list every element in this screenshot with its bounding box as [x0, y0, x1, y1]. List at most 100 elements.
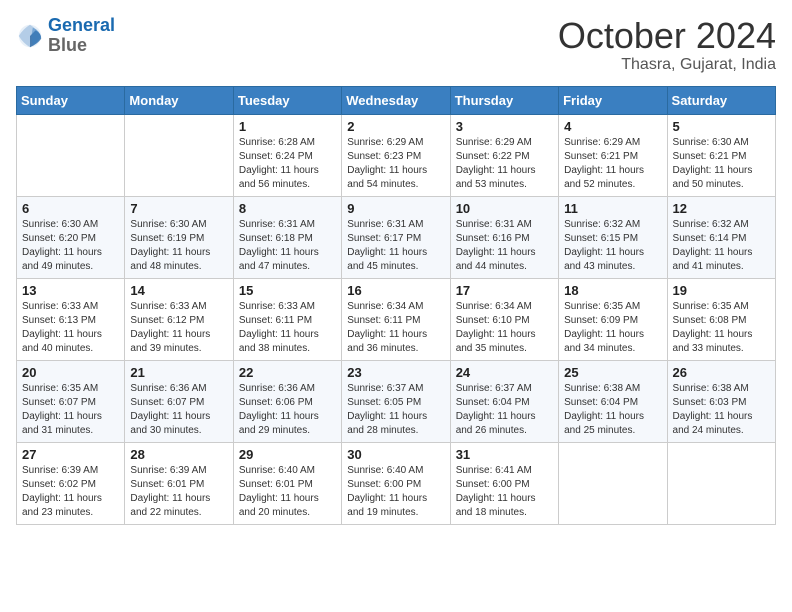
day-info: Sunrise: 6:40 AM Sunset: 6:00 PM Dayligh…	[347, 464, 444, 520]
day-info: Sunrise: 6:37 AM Sunset: 6:05 PM Dayligh…	[347, 382, 444, 438]
day-number: 19	[673, 283, 770, 298]
calendar-cell: 2 Sunrise: 6:29 AM Sunset: 6:23 PM Daylig…	[342, 114, 450, 196]
calendar-cell	[667, 442, 775, 524]
day-info: Sunrise: 6:38 AM Sunset: 6:03 PM Dayligh…	[673, 382, 770, 438]
weekday-header-cell: Sunday	[17, 86, 125, 114]
calendar-week-row: 13Sunrise: 6:33 AM Sunset: 6:13 PM Dayli…	[17, 278, 776, 360]
day-info: Sunrise: 6:34 AM Sunset: 6:10 PM Dayligh…	[456, 300, 553, 356]
weekday-header-cell: Thursday	[450, 86, 558, 114]
day-info: Sunrise: 6:37 AM Sunset: 6:04 PM Dayligh…	[456, 382, 553, 438]
day-info: Sunrise: 6:30 AM Sunset: 6:20 PM Dayligh…	[22, 218, 119, 274]
day-info: Sunrise: 6:33 AM Sunset: 6:13 PM Dayligh…	[22, 300, 119, 356]
calendar-cell	[17, 114, 125, 196]
day-number: 9	[347, 201, 444, 216]
day-info: Sunrise: 6:35 AM Sunset: 6:08 PM Dayligh…	[673, 300, 770, 356]
day-info: Sunrise: 6:31 AM Sunset: 6:18 PM Dayligh…	[239, 218, 336, 274]
day-number: 11	[564, 201, 661, 216]
calendar-week-row: 1 Sunrise: 6:28 AM Sunset: 6:24 PM Daylig…	[17, 114, 776, 196]
day-info: Sunrise: 6:38 AM Sunset: 6:04 PM Dayligh…	[564, 382, 661, 438]
day-number: 16	[347, 283, 444, 298]
day-number: 18	[564, 283, 661, 298]
day-number: 5	[673, 119, 770, 134]
day-number: 12	[673, 201, 770, 216]
weekday-header-cell: Monday	[125, 86, 233, 114]
calendar-cell: 8 Sunrise: 6:31 AM Sunset: 6:18 PM Daylig…	[233, 196, 341, 278]
calendar-cell: 14 Sunrise: 6:33 AM Sunset: 6:12 PM Dayli…	[125, 278, 233, 360]
day-number: 7	[130, 201, 227, 216]
day-number: 25	[564, 365, 661, 380]
calendar-cell: 11Sunrise: 6:32 AM Sunset: 6:15 PM Dayli…	[559, 196, 667, 278]
calendar-cell: 27 Sunrise: 6:39 AM Sunset: 6:02 PM Dayli…	[17, 442, 125, 524]
calendar-cell: 23 Sunrise: 6:37 AM Sunset: 6:05 PM Dayli…	[342, 360, 450, 442]
title-section: October 2024 Thasra, Gujarat, India	[558, 16, 776, 74]
day-number: 4	[564, 119, 661, 134]
day-info: Sunrise: 6:34 AM Sunset: 6:11 PM Dayligh…	[347, 300, 444, 356]
day-info: Sunrise: 6:33 AM Sunset: 6:11 PM Dayligh…	[239, 300, 336, 356]
day-number: 8	[239, 201, 336, 216]
day-number: 23	[347, 365, 444, 380]
calendar-cell: 19 Sunrise: 6:35 AM Sunset: 6:08 PM Dayli…	[667, 278, 775, 360]
day-info: Sunrise: 6:40 AM Sunset: 6:01 PM Dayligh…	[239, 464, 336, 520]
day-info: Sunrise: 6:35 AM Sunset: 6:09 PM Dayligh…	[564, 300, 661, 356]
calendar-body: 1 Sunrise: 6:28 AM Sunset: 6:24 PM Daylig…	[17, 114, 776, 524]
day-info: Sunrise: 6:29 AM Sunset: 6:23 PM Dayligh…	[347, 136, 444, 192]
calendar-table: SundayMondayTuesdayWednesdayThursdayFrid…	[16, 86, 776, 525]
day-info: Sunrise: 6:30 AM Sunset: 6:21 PM Dayligh…	[673, 136, 770, 192]
calendar-cell: 9 Sunrise: 6:31 AM Sunset: 6:17 PM Daylig…	[342, 196, 450, 278]
logo: General Blue	[16, 16, 115, 56]
calendar-cell: 17Sunrise: 6:34 AM Sunset: 6:10 PM Dayli…	[450, 278, 558, 360]
day-number: 14	[130, 283, 227, 298]
logo-text: General Blue	[48, 16, 115, 56]
day-info: Sunrise: 6:30 AM Sunset: 6:19 PM Dayligh…	[130, 218, 227, 274]
calendar-cell	[559, 442, 667, 524]
calendar-cell	[125, 114, 233, 196]
calendar-cell: 30Sunrise: 6:40 AM Sunset: 6:00 PM Dayli…	[342, 442, 450, 524]
calendar-week-row: 27 Sunrise: 6:39 AM Sunset: 6:02 PM Dayli…	[17, 442, 776, 524]
calendar-cell: 29 Sunrise: 6:40 AM Sunset: 6:01 PM Dayli…	[233, 442, 341, 524]
day-info: Sunrise: 6:31 AM Sunset: 6:16 PM Dayligh…	[456, 218, 553, 274]
calendar-cell: 28Sunrise: 6:39 AM Sunset: 6:01 PM Dayli…	[125, 442, 233, 524]
calendar-cell: 13Sunrise: 6:33 AM Sunset: 6:13 PM Dayli…	[17, 278, 125, 360]
day-info: Sunrise: 6:41 AM Sunset: 6:00 PM Dayligh…	[456, 464, 553, 520]
day-number: 10	[456, 201, 553, 216]
weekday-header-cell: Wednesday	[342, 86, 450, 114]
weekday-header-cell: Saturday	[667, 86, 775, 114]
day-number: 31	[456, 447, 553, 462]
day-info: Sunrise: 6:31 AM Sunset: 6:17 PM Dayligh…	[347, 218, 444, 274]
day-number: 24	[456, 365, 553, 380]
day-info: Sunrise: 6:33 AM Sunset: 6:12 PM Dayligh…	[130, 300, 227, 356]
day-info: Sunrise: 6:28 AM Sunset: 6:24 PM Dayligh…	[239, 136, 336, 192]
day-number: 21	[130, 365, 227, 380]
calendar-cell: 25 Sunrise: 6:38 AM Sunset: 6:04 PM Dayli…	[559, 360, 667, 442]
weekday-header-row: SundayMondayTuesdayWednesdayThursdayFrid…	[17, 86, 776, 114]
calendar-cell: 31 Sunrise: 6:41 AM Sunset: 6:00 PM Dayli…	[450, 442, 558, 524]
day-number: 20	[22, 365, 119, 380]
day-number: 15	[239, 283, 336, 298]
day-info: Sunrise: 6:39 AM Sunset: 6:01 PM Dayligh…	[130, 464, 227, 520]
calendar-cell: 5 Sunrise: 6:30 AM Sunset: 6:21 PM Daylig…	[667, 114, 775, 196]
day-info: Sunrise: 6:29 AM Sunset: 6:22 PM Dayligh…	[456, 136, 553, 192]
calendar-cell: 24 Sunrise: 6:37 AM Sunset: 6:04 PM Dayli…	[450, 360, 558, 442]
day-info: Sunrise: 6:35 AM Sunset: 6:07 PM Dayligh…	[22, 382, 119, 438]
day-number: 29	[239, 447, 336, 462]
calendar-cell: 26 Sunrise: 6:38 AM Sunset: 6:03 PM Dayli…	[667, 360, 775, 442]
calendar-cell: 1 Sunrise: 6:28 AM Sunset: 6:24 PM Daylig…	[233, 114, 341, 196]
logo-icon	[16, 22, 44, 50]
calendar-cell: 20 Sunrise: 6:35 AM Sunset: 6:07 PM Dayli…	[17, 360, 125, 442]
day-info: Sunrise: 6:36 AM Sunset: 6:06 PM Dayligh…	[239, 382, 336, 438]
location: Thasra, Gujarat, India	[558, 56, 776, 74]
day-number: 2	[347, 119, 444, 134]
calendar-cell: 21Sunrise: 6:36 AM Sunset: 6:07 PM Dayli…	[125, 360, 233, 442]
calendar-cell: 3Sunrise: 6:29 AM Sunset: 6:22 PM Daylig…	[450, 114, 558, 196]
calendar-cell: 18 Sunrise: 6:35 AM Sunset: 6:09 PM Dayli…	[559, 278, 667, 360]
day-number: 26	[673, 365, 770, 380]
calendar-week-row: 6Sunrise: 6:30 AM Sunset: 6:20 PM Daylig…	[17, 196, 776, 278]
calendar-cell: 10 Sunrise: 6:31 AM Sunset: 6:16 PM Dayli…	[450, 196, 558, 278]
calendar-cell: 22Sunrise: 6:36 AM Sunset: 6:06 PM Dayli…	[233, 360, 341, 442]
day-number: 1	[239, 119, 336, 134]
day-info: Sunrise: 6:39 AM Sunset: 6:02 PM Dayligh…	[22, 464, 119, 520]
day-number: 27	[22, 447, 119, 462]
calendar-cell: 12Sunrise: 6:32 AM Sunset: 6:14 PM Dayli…	[667, 196, 775, 278]
calendar-cell: 4Sunrise: 6:29 AM Sunset: 6:21 PM Daylig…	[559, 114, 667, 196]
month-title: October 2024	[558, 16, 776, 56]
